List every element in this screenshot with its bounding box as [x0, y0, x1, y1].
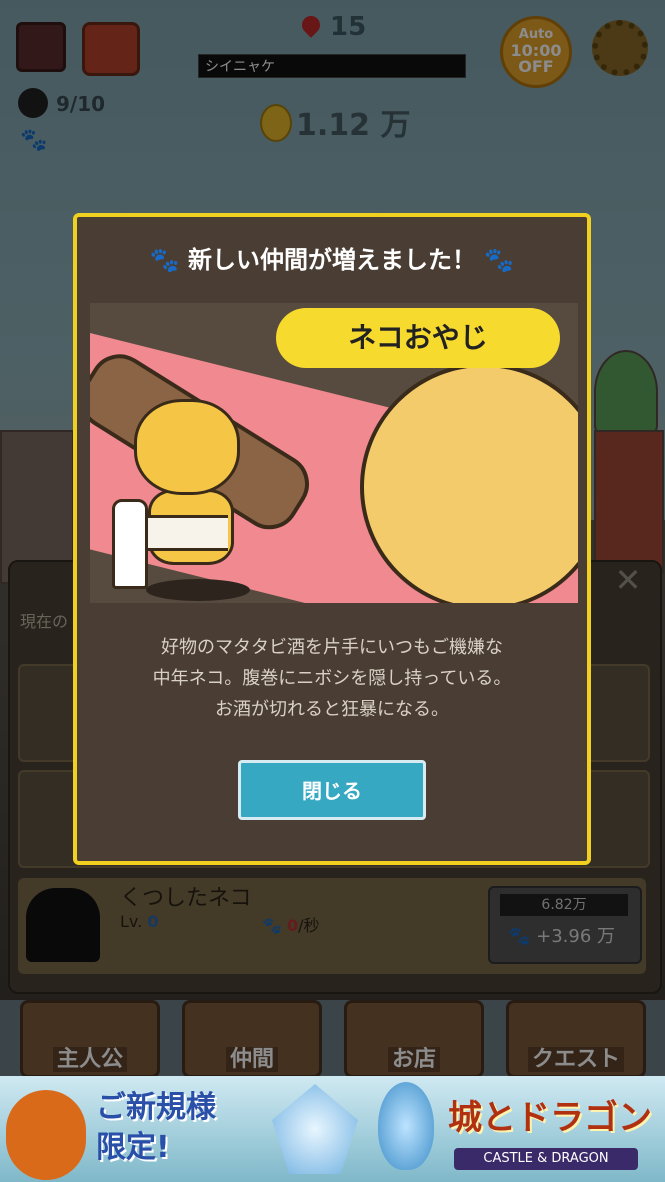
ad-headline: ご新規様 限定! — [96, 1090, 216, 1165]
neko-oyaji-image — [134, 399, 240, 495]
small-bottle-image — [112, 499, 148, 589]
dialog-title: 🐾 新しい仲間が増えました！ 🐾 — [149, 246, 515, 274]
ad-subtitle: CASTLE & DRAGON — [454, 1148, 638, 1170]
ad-logo: 城とドラゴン — [448, 1098, 652, 1138]
paw-icon: 🐾 — [484, 246, 515, 274]
ad-character-image — [6, 1090, 86, 1180]
cat-name-bubble: ネコおやじ — [276, 308, 560, 368]
ad-egg-image — [378, 1082, 434, 1170]
close-button[interactable]: 閉じる — [238, 760, 426, 820]
cat-description: 好物のマタタビ酒を片手にいつもご機嫌な 中年ネコ。腹巻にニボシを隠し持っている。… — [152, 637, 512, 720]
paw-icon: 🐾 — [149, 246, 180, 274]
